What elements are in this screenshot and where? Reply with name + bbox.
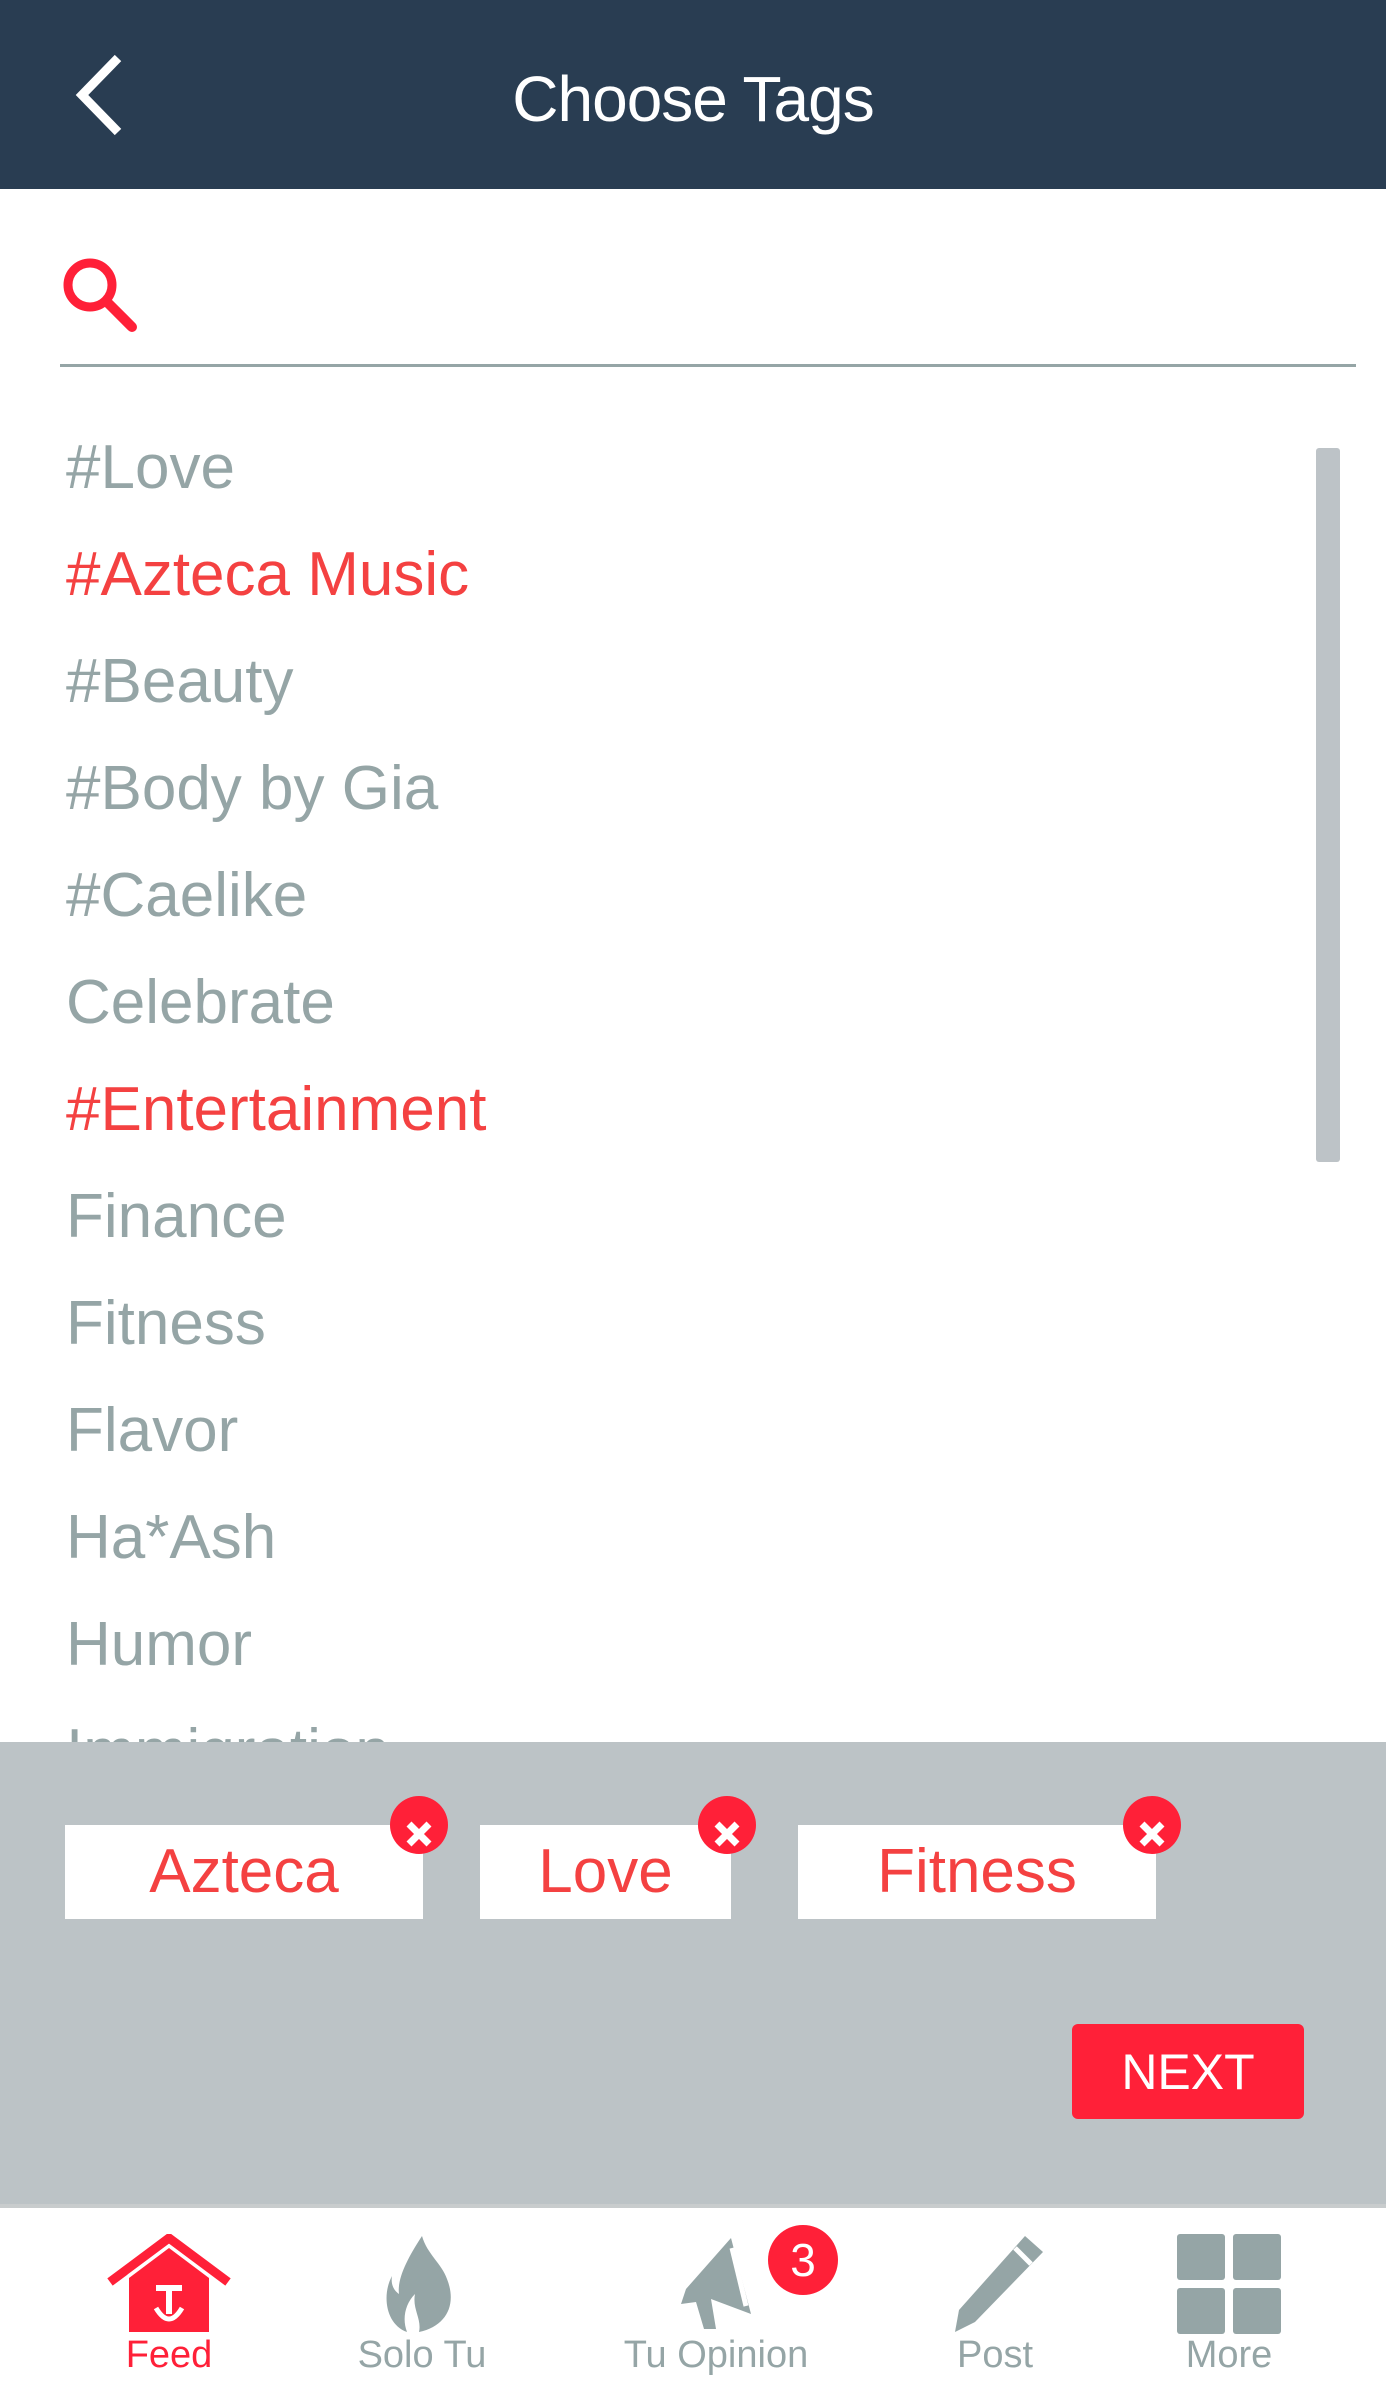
selected-chip-love[interactable]: Love — [480, 1796, 756, 1919]
nav-label: More — [1185, 2334, 1273, 2376]
pencil-icon — [955, 2236, 1043, 2332]
bottom-nav: Feed Solo Tu Tu Opinion 3 Post More — [0, 2204, 1386, 2388]
search-input[interactable] — [170, 265, 1320, 345]
tag-list-item[interactable]: #Entertainment — [66, 1056, 486, 1163]
nav-post[interactable]: Post — [875, 2208, 1115, 2388]
header: Choose Tags — [0, 0, 1386, 189]
close-icon — [1139, 1821, 1165, 1847]
nav-label: Post — [956, 2334, 1034, 2376]
nav-solo-tu[interactable]: Solo Tu — [302, 2208, 542, 2388]
grid-icon — [1177, 2234, 1281, 2334]
tag-list-item[interactable]: #Beauty — [66, 628, 294, 735]
remove-chip-button[interactable] — [390, 1796, 448, 1854]
tag-list-item[interactable]: Immigration — [66, 1698, 390, 1742]
tag-list: #Love #Azteca Music #Beauty #Body by Gia #Ca… — [0, 412, 1386, 1742]
chip-label: Love — [538, 1837, 673, 1906]
tag-list-item[interactable]: #Caelike — [66, 842, 307, 949]
next-button[interactable]: NEXT — [1072, 2024, 1304, 2119]
megaphone-icon — [681, 2238, 751, 2329]
close-icon — [714, 1821, 740, 1847]
search-bar — [60, 255, 1356, 367]
tag-list-item[interactable]: #Love — [66, 414, 235, 521]
tag-list-item[interactable]: Fitness — [66, 1270, 266, 1377]
nav-more[interactable]: More — [1109, 2208, 1349, 2388]
home-icon — [107, 2234, 231, 2332]
close-icon — [406, 1821, 432, 1847]
search-icon — [63, 258, 137, 332]
tag-list-item[interactable]: #Azteca Music — [66, 521, 469, 628]
remove-chip-button[interactable] — [698, 1796, 756, 1854]
flame-icon — [386, 2236, 451, 2332]
nav-label: Tu Opinion — [623, 2334, 809, 2376]
scrollbar[interactable] — [1316, 448, 1340, 1162]
tag-list-item[interactable]: Ha*Ash — [66, 1484, 276, 1591]
tag-list-item[interactable]: Humor — [66, 1591, 252, 1698]
nav-feed[interactable]: Feed — [49, 2208, 289, 2388]
nav-label: Solo Tu — [357, 2334, 487, 2376]
tag-list-item[interactable]: Flavor — [66, 1377, 238, 1484]
chip-label: Azteca — [149, 1837, 339, 1906]
page-title: Choose Tags — [512, 63, 874, 135]
selected-chip-fitness[interactable]: Fitness — [798, 1796, 1181, 1919]
tag-list-item[interactable]: Finance — [66, 1163, 287, 1270]
tag-list-item[interactable]: #Body by Gia — [66, 735, 438, 842]
selected-tags-panel: Azteca Love Fitness NEXT — [0, 1742, 1386, 2204]
tag-list-item[interactable]: Celebrate — [66, 949, 335, 1056]
chip-label: Fitness — [877, 1837, 1077, 1906]
notification-badge: 3 — [768, 2225, 838, 2295]
selected-chip-azteca[interactable]: Azteca — [65, 1796, 448, 1919]
remove-chip-button[interactable] — [1123, 1796, 1181, 1854]
nav-label: Feed — [125, 2334, 213, 2376]
